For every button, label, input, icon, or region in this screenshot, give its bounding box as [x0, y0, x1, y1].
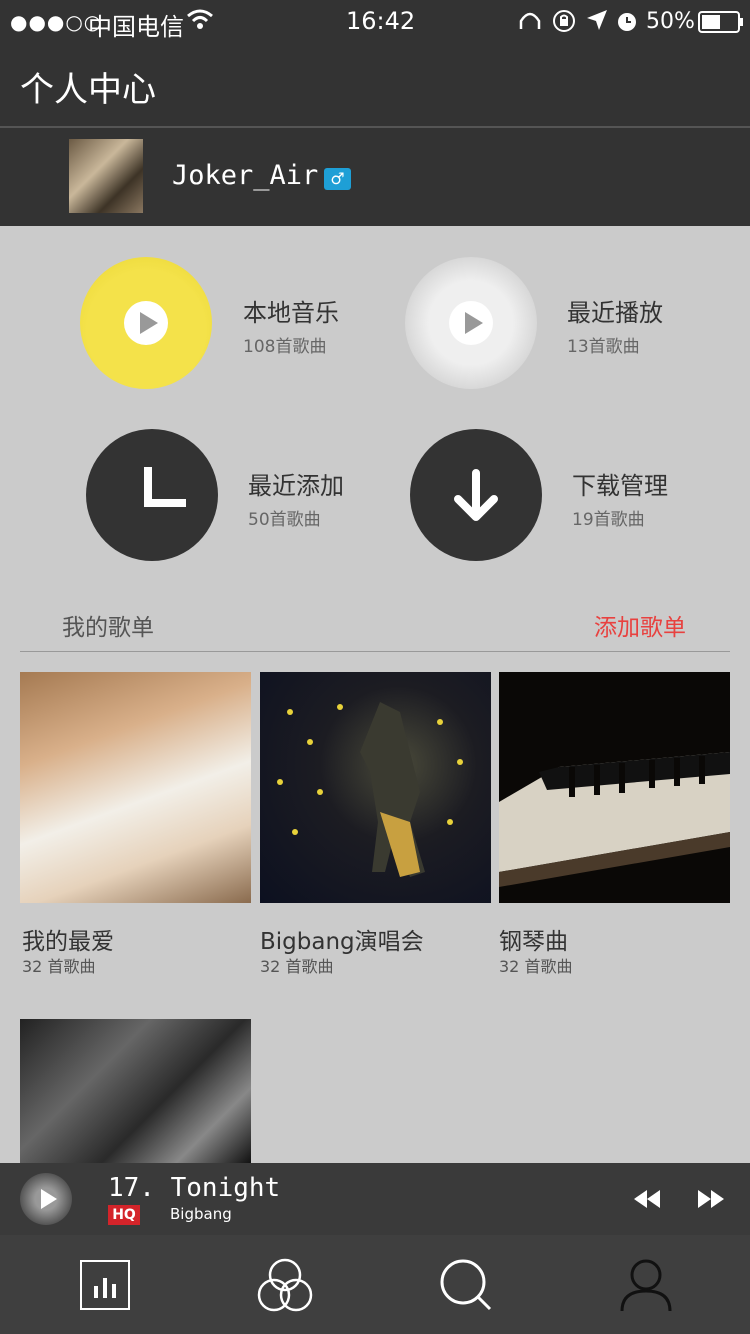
- wifi-icon: [186, 8, 214, 36]
- playlist-item[interactable]: [20, 1019, 252, 1163]
- tab-profile[interactable]: [596, 1235, 696, 1334]
- clock: 16:42: [346, 7, 416, 35]
- tab-charts[interactable]: [54, 1235, 154, 1334]
- fast-forward-icon[interactable]: [696, 1188, 726, 1214]
- playlist-count: 32 首歌曲: [499, 957, 573, 976]
- shortcut-title: 本地音乐: [243, 299, 339, 327]
- playlist-cover: [20, 672, 251, 903]
- location-icon: [586, 9, 608, 37]
- profile-icon: [620, 1259, 672, 1312]
- shortcut-title: 最近添加: [248, 472, 344, 500]
- carrier-name: 中国电信: [88, 13, 184, 41]
- playlist-name: Bigbang演唱会: [260, 929, 424, 955]
- search-icon: [440, 1259, 492, 1311]
- alarm-icon: [616, 9, 638, 39]
- shortcut-count: 13首歌曲: [567, 337, 640, 357]
- local-music-cover: [80, 257, 212, 389]
- avatar[interactable]: [69, 139, 143, 213]
- circles-icon: [257, 1258, 313, 1312]
- shortcut-local-music[interactable]: 本地音乐 108首歌曲: [80, 257, 380, 389]
- battery-icon: [698, 11, 744, 39]
- song-title: 17. Tonight: [108, 1173, 281, 1203]
- playlist-cover: [499, 672, 730, 903]
- playlist-section-header: 我的歌单 添加歌单: [20, 596, 730, 652]
- playlist-item[interactable]: 我的最爱 32 首歌曲: [20, 672, 252, 976]
- playlist-count: 32 首歌曲: [22, 957, 96, 976]
- tab-bar: [0, 1235, 750, 1334]
- artist-name: Bigbang: [170, 1205, 232, 1223]
- play-button[interactable]: [20, 1173, 72, 1225]
- add-playlist-button[interactable]: 添加歌单: [594, 608, 686, 642]
- profile-bar[interactable]: Joker_Air ♂: [0, 128, 750, 226]
- playlist-cover: [20, 1019, 251, 1163]
- recent-played-cover: [405, 257, 537, 389]
- clock-icon: [86, 429, 218, 561]
- playlist-name: 我的最爱: [22, 929, 114, 955]
- app-header: 个人中心: [0, 44, 750, 128]
- shortcut-count: 108首歌曲: [243, 337, 327, 357]
- shortcut-recent-added[interactable]: 最近添加 50首歌曲: [86, 429, 386, 561]
- rotation-lock-icon: [552, 9, 576, 39]
- tab-discover[interactable]: [234, 1235, 334, 1334]
- chart-icon: [80, 1260, 130, 1310]
- shortcut-count: 19首歌曲: [572, 510, 645, 530]
- username: Joker_Air: [172, 160, 319, 191]
- section-title: 我的歌单: [62, 615, 154, 641]
- shortcut-downloads[interactable]: 下载管理 19首歌曲: [410, 429, 710, 561]
- playlist-cover: [260, 672, 491, 903]
- play-icon: [124, 301, 168, 345]
- shortcut-title: 最近播放: [567, 299, 663, 327]
- mini-player[interactable]: 17. Tonight HQ Bigbang: [0, 1163, 750, 1235]
- page-title: 个人中心: [20, 70, 156, 110]
- playlist-item[interactable]: Bigbang演唱会 32 首歌曲: [260, 672, 492, 976]
- tab-search[interactable]: [415, 1235, 515, 1334]
- gender-badge: ♂: [324, 168, 351, 190]
- download-icon: [410, 429, 542, 561]
- rewind-icon[interactable]: [632, 1188, 662, 1214]
- playlist-item[interactable]: 钢琴曲 32 首歌曲: [499, 672, 731, 976]
- shortcut-recent-played[interactable]: 最近播放 13首歌曲: [405, 257, 705, 389]
- play-icon: [449, 301, 493, 345]
- quality-badge: HQ: [108, 1205, 140, 1225]
- playlist-count: 32 首歌曲: [260, 957, 334, 976]
- playlist-name: 钢琴曲: [499, 929, 568, 955]
- shortcut-title: 下载管理: [572, 472, 668, 500]
- battery-percent: 50%: [646, 9, 695, 34]
- status-bar: ●●●○○ 中国电信 16:42 50%: [0, 0, 750, 44]
- shortcut-count: 50首歌曲: [248, 510, 321, 530]
- headphone-icon: [518, 9, 542, 39]
